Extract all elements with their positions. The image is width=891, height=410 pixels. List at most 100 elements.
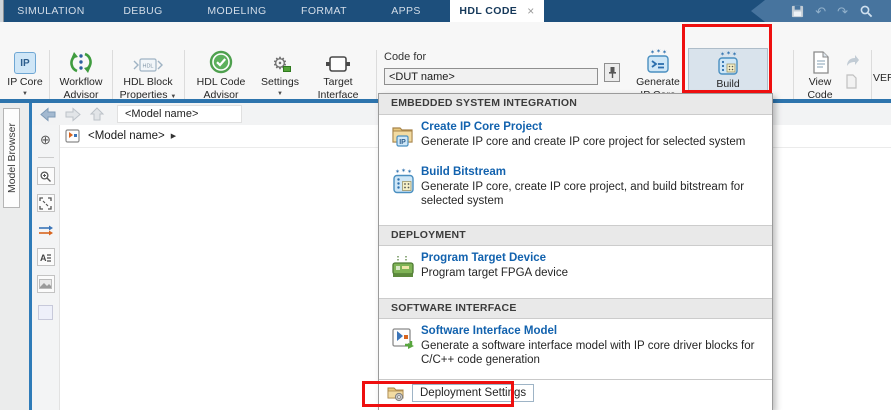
svg-text:✶: ✶ (726, 51, 731, 57)
svg-text:✶: ✶ (656, 49, 661, 55)
pin-icon (608, 66, 617, 79)
verify-group-partial-label: VER (873, 72, 891, 84)
ip-core-button[interactable]: IP IP Core ▼ (4, 48, 46, 97)
menu-item-title: Program Target Device (421, 252, 546, 264)
fit-to-view-icon[interactable] (37, 194, 55, 212)
open-report-icon[interactable] (845, 54, 860, 68)
ip-core-project-icon: IP (391, 123, 415, 147)
tab-debug[interactable]: DEBUG (98, 0, 188, 22)
menu-item-create-ip-core-project[interactable]: IP Create IP Core Project Generate IP co… (379, 121, 772, 161)
svg-text:✶: ✶ (720, 51, 725, 58)
workflow-advisor-icon (70, 51, 92, 74)
svg-text:✶: ✶ (407, 169, 412, 176)
tab-close-icon[interactable]: × (527, 5, 534, 17)
build-bitstream-icon: ✶ ✶ ✶ (715, 51, 741, 76)
build-bitstream-dropdown-menu: EMBEDDED SYSTEM INTEGRATION IP Create IP… (378, 93, 773, 410)
canvas-palette: ⊕ (32, 125, 60, 410)
hide-markers-icon[interactable]: ⊕ (37, 131, 55, 149)
workflow-advisor-label: Workflow Advisor (60, 76, 103, 101)
menu-item-desc: Generate IP core and create IP core proj… (421, 135, 761, 149)
svg-text:✶: ✶ (732, 51, 737, 58)
workflow-advisor-button[interactable]: Workflow Advisor (52, 48, 110, 101)
zoom-region-icon[interactable] (37, 167, 55, 185)
ip-core-icon: IP (14, 52, 36, 74)
update-diagram-icon[interactable] (37, 221, 55, 239)
hdl-block-icon: HDL (131, 56, 165, 74)
hdl-code-advisor-label: HDL Code Advisor (197, 76, 246, 101)
hdl-code-advisor-button[interactable]: HDL Code Advisor (190, 48, 252, 101)
model-browser-label: Model Browser (6, 123, 18, 193)
address-field[interactable]: <Model name> (117, 105, 242, 123)
breadcrumb-caret-icon[interactable]: ▶ (171, 132, 176, 140)
generate-ip-core-icon: ✶ ✶ ✶ (645, 49, 671, 74)
hdl-block-properties-button[interactable]: HDL HDL Block Properties ▼ (114, 48, 182, 103)
menu-item-title: Software Interface Model (421, 325, 557, 337)
area-box-icon[interactable] (38, 305, 53, 320)
menu-item-title: Create IP Core Project (421, 121, 542, 133)
dut-name-input[interactable] (384, 68, 598, 85)
forward-button[interactable] (64, 107, 82, 122)
tab-format[interactable]: FORMAT (286, 0, 362, 22)
undo-icon[interactable]: ↶ (815, 5, 826, 18)
tab-simulation[interactable]: SIMULATION (4, 0, 98, 22)
model-badge-icon (65, 129, 80, 143)
up-button[interactable] (89, 106, 105, 122)
gear-icon: ⚙ (272, 54, 287, 74)
menu-item-deployment-settings[interactable]: Deployment Settings (387, 384, 534, 402)
toolstrip-tab-bar: SIMULATION DEBUG MODELING FORMAT APPS HD… (0, 0, 891, 22)
svg-text:✶: ✶ (650, 49, 655, 56)
back-button[interactable] (39, 107, 57, 122)
tab-hdl-code[interactable]: HDL CODE × (450, 0, 544, 22)
software-interface-model-icon (391, 327, 415, 351)
menu-item-desc: Generate a software interface model with… (421, 339, 761, 367)
menu-section-header: DEPLOYMENT (379, 225, 772, 246)
build-bitstream-icon: ✶ ✶ ✶ (391, 168, 417, 194)
tab-apps[interactable]: APPS (362, 0, 450, 22)
menu-item-program-target-device[interactable]: Program Target Device Program target FPG… (379, 252, 772, 292)
hdl-coder-window: SIMULATION DEBUG MODELING FORMAT APPS HD… (0, 0, 891, 410)
menu-section-header: EMBEDDED SYSTEM INTEGRATION (379, 94, 772, 115)
hdl-code-toolstrip: IP IP Core ▼ OUTPUT Workflow Advisor ASS… (0, 22, 891, 99)
svg-text:HDL: HDL (142, 64, 153, 70)
settings-button[interactable]: ⚙ Settings ▼ (256, 48, 304, 97)
redo-icon[interactable]: ↷ (837, 5, 848, 18)
target-interface-label: Target Interface (318, 76, 359, 101)
view-code-label: View Code (807, 76, 832, 101)
tab-modeling[interactable]: MODELING (188, 0, 286, 22)
code-for-label: Code for (384, 51, 598, 63)
save-icon[interactable] (791, 5, 804, 18)
menu-item-software-interface-model[interactable]: Software Interface Model Generate a soft… (379, 325, 772, 379)
chevron-down-icon: ▼ (22, 91, 28, 97)
menu-footer-separator (379, 379, 772, 380)
annotation-icon[interactable]: A (37, 248, 55, 266)
menu-section-header: SOFTWARE INTERFACE (379, 298, 772, 319)
tab-hdl-code-label: HDL CODE (459, 0, 517, 22)
svg-text:✶: ✶ (401, 168, 406, 175)
target-interface-button[interactable]: Target Interface (308, 48, 368, 101)
report-icons (845, 54, 860, 89)
ip-core-label: IP Core (7, 76, 42, 89)
menu-item-build-bitstream[interactable]: ✶ ✶ ✶ Build Bitstream Generate IP core, … (379, 166, 772, 220)
menu-item-title: Build Bitstream (421, 166, 506, 178)
deployment-settings-label: Deployment Settings (412, 384, 534, 402)
menu-item-desc: Program target FPGA device (421, 266, 761, 280)
svg-text:✶: ✶ (662, 49, 667, 56)
target-interface-icon (325, 54, 351, 74)
deployment-settings-icon (387, 385, 406, 402)
settings-label: Settings (261, 76, 299, 89)
search-icon[interactable] (859, 4, 873, 18)
check-circle-icon (209, 50, 233, 74)
program-target-device-icon (391, 254, 415, 279)
chevron-down-icon: ▼ (277, 91, 283, 97)
view-code-button[interactable]: View Code (798, 48, 842, 101)
chip-icon (283, 66, 291, 72)
svg-text:✶: ✶ (395, 169, 400, 176)
breadcrumb-model-name[interactable]: <Model name> (88, 130, 165, 142)
image-icon[interactable] (37, 275, 55, 293)
document-icon[interactable] (845, 74, 858, 89)
quick-access-toolbar: ↶ ↷ (751, 0, 891, 22)
pin-button[interactable] (604, 63, 620, 82)
svg-text:A: A (40, 253, 47, 263)
view-code-icon (811, 51, 830, 74)
model-browser-tab[interactable]: Model Browser (3, 108, 20, 208)
